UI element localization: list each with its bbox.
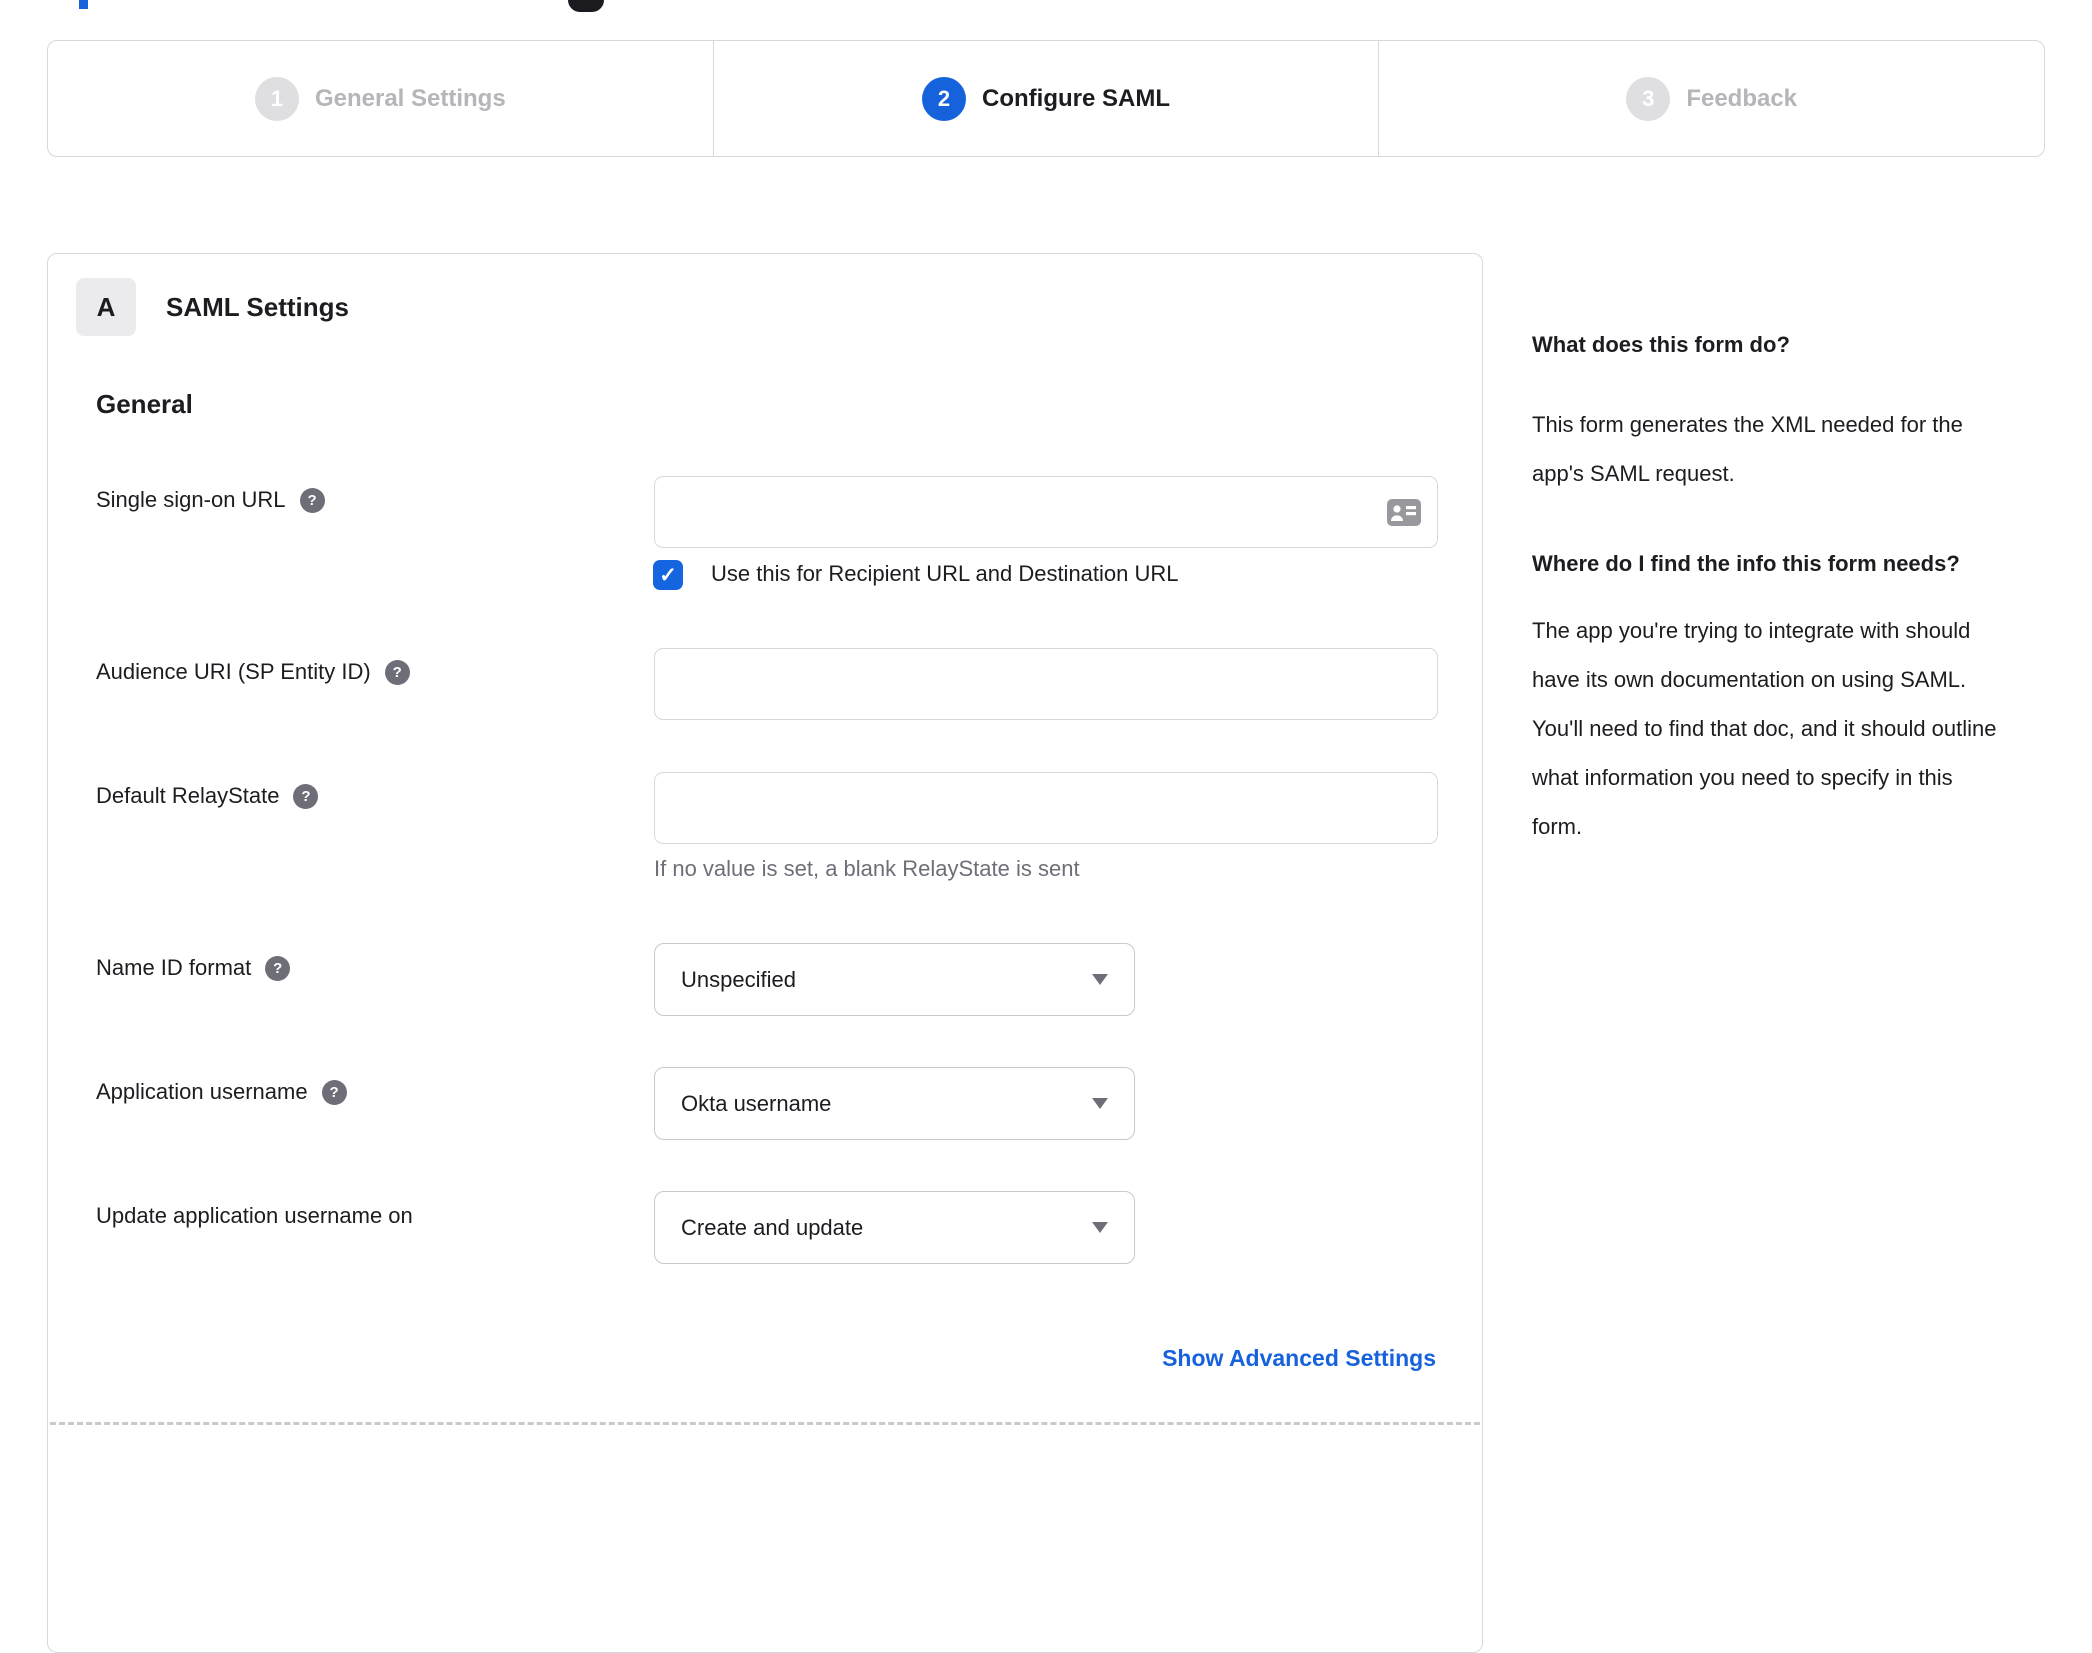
help-icon[interactable]: ? <box>321 1079 347 1105</box>
sso-url-input[interactable] <box>654 476 1438 548</box>
general-subsection-title: General <box>96 389 193 419</box>
update-username-label: Update application username on <box>96 1201 413 1231</box>
relaystate-hint: If no value is set, a blank RelayState i… <box>654 856 1080 881</box>
help-icon[interactable]: ? <box>299 487 325 513</box>
step-number-badge: 1 <box>254 76 299 121</box>
checkmark-icon: ✓ <box>659 563 677 587</box>
name-id-format-select[interactable]: Unspecified <box>654 943 1135 1016</box>
dropdown-arrow-icon <box>1092 1222 1108 1233</box>
sidebar-heading: What does this form do? <box>1532 332 1790 357</box>
dropdown-arrow-icon <box>1092 1098 1108 1109</box>
sidebar-heading: Where do I find the info this form needs… <box>1532 551 1960 576</box>
section-dashed-divider <box>50 1422 1480 1425</box>
wizard-stepper: 1 General Settings 2 Configure SAML 3 Fe… <box>47 40 2045 157</box>
name-id-format-label-text: Name ID format <box>96 955 252 980</box>
help-icon[interactable]: ? <box>293 783 319 809</box>
sidebar-paragraph: The app you're trying to integrate with … <box>1532 618 1997 839</box>
application-username-select[interactable]: Okta username <box>654 1067 1135 1140</box>
application-username-label-text: Application username <box>96 1079 308 1104</box>
sso-url-label: Single sign-on URL ? <box>96 485 325 515</box>
section-a-badge: A <box>76 278 136 336</box>
show-advanced-settings-link[interactable]: Show Advanced Settings <box>1162 1345 1436 1372</box>
step-feedback[interactable]: 3 Feedback <box>1378 41 2044 156</box>
contact-card-icon <box>1387 499 1421 531</box>
sidebar-paragraph: This form generates the XML needed for t… <box>1532 412 1963 486</box>
help-icon[interactable]: ? <box>265 955 291 981</box>
step-label: Feedback <box>1686 84 1798 112</box>
name-id-format-label: Name ID format ? <box>96 953 291 983</box>
step-configure-saml[interactable]: 2 Configure SAML <box>712 41 1379 156</box>
step-number-badge: 2 <box>922 76 967 121</box>
sso-url-label-text: Single sign-on URL <box>96 487 286 512</box>
help-icon[interactable]: ? <box>384 659 410 685</box>
audience-uri-input[interactable] <box>654 648 1438 720</box>
saml-settings-panel: A SAML Settings General Single sign-on U… <box>47 253 1483 1653</box>
step-general-settings[interactable]: 1 General Settings <box>48 41 713 156</box>
default-relaystate-label: Default RelayState ? <box>96 781 319 811</box>
update-username-value: Create and update <box>681 1214 864 1240</box>
update-username-select[interactable]: Create and update <box>654 1191 1135 1264</box>
application-username-value: Okta username <box>681 1090 832 1116</box>
application-username-label: Application username ? <box>96 1077 347 1107</box>
step-label: Configure SAML <box>982 84 1170 112</box>
default-relaystate-input[interactable] <box>654 772 1438 844</box>
name-id-format-value: Unspecified <box>681 966 796 992</box>
audience-uri-label-text: Audience URI (SP Entity ID) <box>96 659 371 684</box>
cutoff-dark-fragment <box>568 0 604 12</box>
section-title: SAML Settings <box>166 292 349 322</box>
step-number-badge: 3 <box>1626 76 1671 121</box>
cutoff-blue-fragment <box>79 0 88 9</box>
default-relaystate-label-text: Default RelayState <box>96 783 280 808</box>
audience-uri-label: Audience URI (SP Entity ID) ? <box>96 657 410 687</box>
use-for-recipient-checkbox[interactable]: ✓ <box>653 560 683 590</box>
update-username-label-text: Update application username on <box>96 1203 413 1228</box>
use-for-recipient-checkbox-label: Use this for Recipient URL and Destinati… <box>711 561 1179 586</box>
help-sidebar: What does this form do? This form genera… <box>1532 330 2002 851</box>
step-label: General Settings <box>314 84 506 112</box>
dropdown-arrow-icon <box>1092 974 1108 985</box>
